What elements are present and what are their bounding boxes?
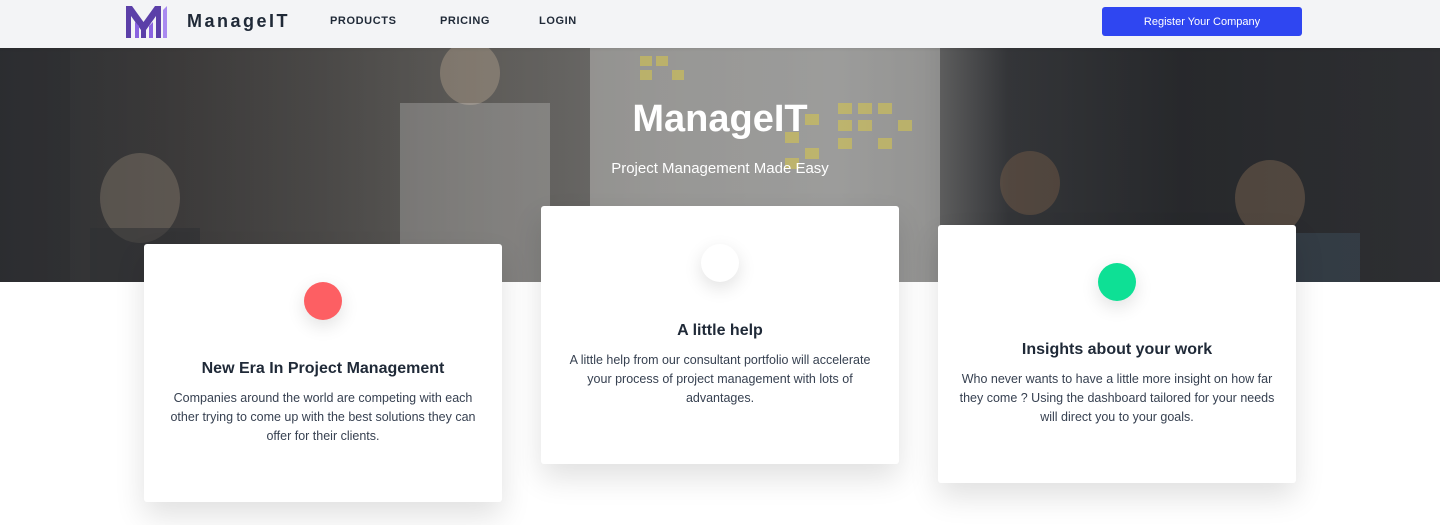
feature-card-new-era: New Era In Project Management Companies … — [144, 244, 502, 502]
nav-link-products[interactable]: PRODUCTS — [330, 15, 397, 27]
card-title: New Era In Project Management — [201, 360, 445, 377]
nav-link-pricing[interactable]: PRICING — [440, 15, 490, 27]
card-description: A little help from our consultant portfo… — [569, 353, 871, 405]
feature-card-insights: Insights about your work Who never wants… — [938, 225, 1296, 483]
brand-name[interactable]: ManageIT — [187, 11, 290, 32]
top-navbar: ManageIT PRODUCTS PRICING LOGIN Register… — [0, 0, 1440, 48]
white-circle-icon — [701, 244, 739, 282]
register-company-button[interactable]: Register Your Company — [1102, 7, 1302, 36]
hero-title: ManageIT — [632, 98, 808, 140]
nav-link-login[interactable]: LOGIN — [539, 15, 577, 27]
card-description: Who never wants to have a little more in… — [959, 372, 1275, 424]
feature-card-little-help: A little help A little help from our con… — [541, 206, 899, 464]
green-circle-icon — [1098, 263, 1136, 301]
red-circle-icon — [304, 282, 342, 320]
managet-logo-icon[interactable] — [125, 4, 167, 40]
card-description: Companies around the world are competing… — [170, 391, 476, 443]
card-title: Insights about your work — [1021, 341, 1213, 358]
hero-subtitle: Project Management Made Easy — [611, 160, 829, 177]
card-title: A little help — [677, 322, 763, 339]
